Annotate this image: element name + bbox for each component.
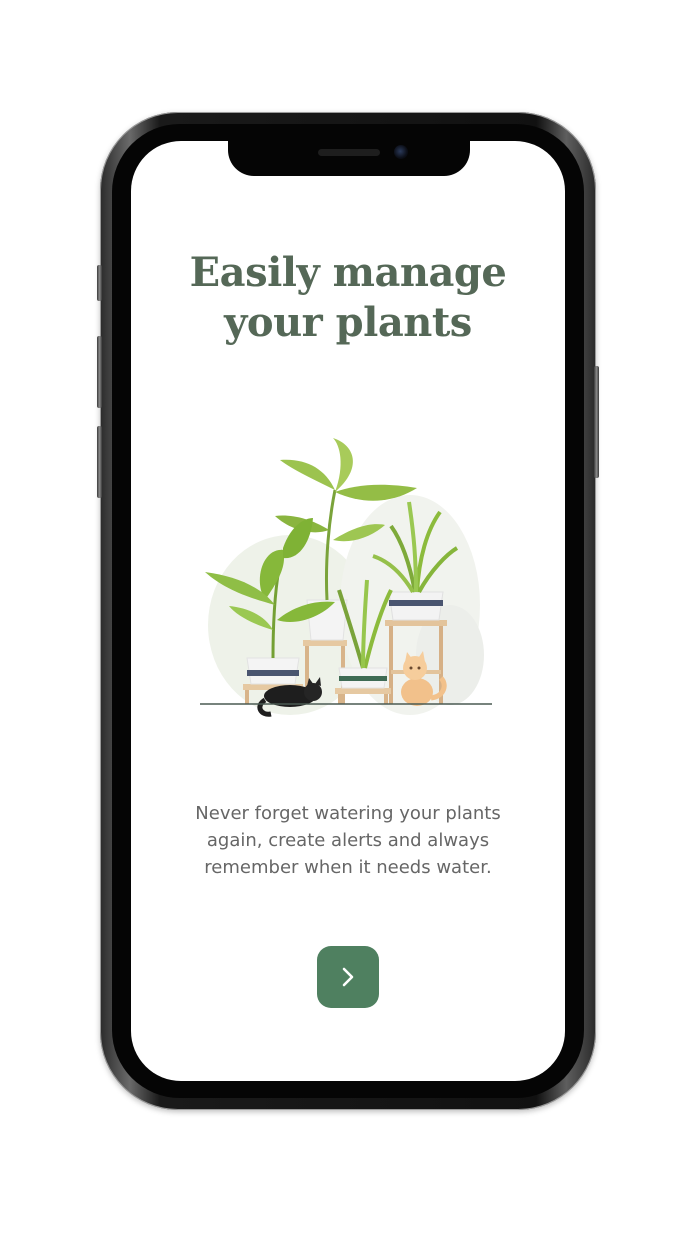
title-line-2: your plants: [224, 299, 472, 346]
description-line-2: again, create alerts and always: [206, 830, 490, 851]
onboarding-description: Never forget watering your plants again, …: [170, 800, 526, 881]
next-button[interactable]: [317, 946, 379, 1008]
mute-switch: [97, 265, 102, 301]
earpiece-speaker: [318, 149, 380, 156]
volume-down-button: [97, 426, 102, 498]
chevron-right-icon: [342, 967, 354, 987]
onboarding-title: Easily manage your plants: [160, 248, 536, 348]
front-camera: [394, 145, 408, 159]
plants-illustration: [200, 438, 492, 717]
description-line-1: Never forget watering your plants: [195, 803, 501, 824]
phone-notch: [228, 138, 470, 176]
app-preview: Easily manage your plants Never forget w…: [0, 0, 700, 1259]
title-line-1: Easily manage: [189, 249, 507, 296]
volume-up-button: [97, 336, 102, 408]
description-line-3: remember when it needs water.: [204, 857, 492, 878]
power-button: [594, 366, 599, 478]
